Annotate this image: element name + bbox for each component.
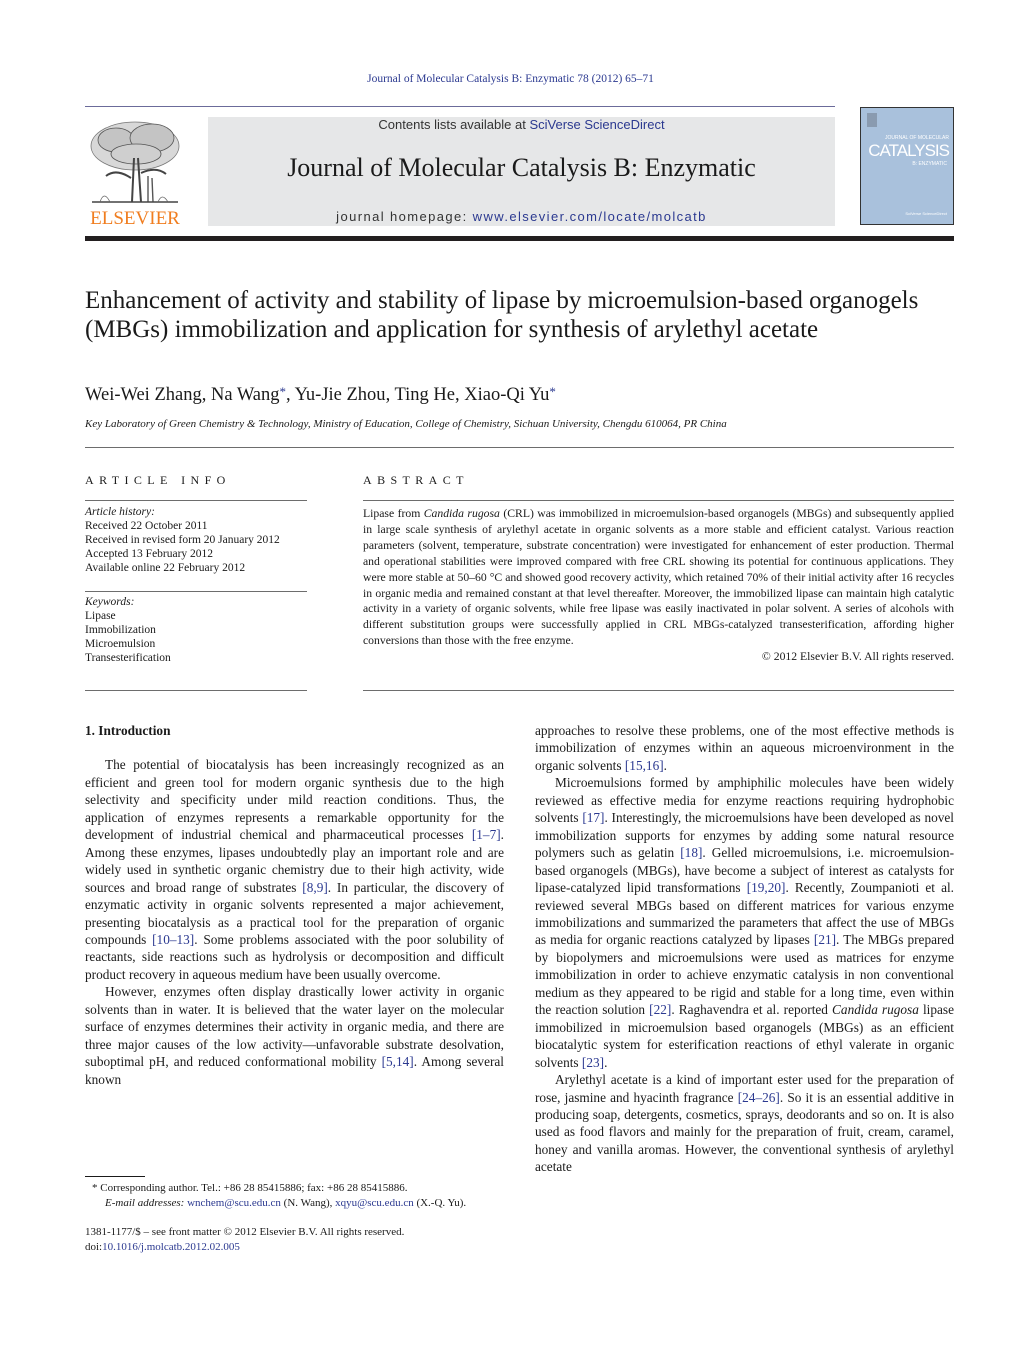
text-run: The potential of biocatalysis has been i…	[85, 757, 504, 843]
history-item: Available online 22 February 2012	[85, 562, 246, 574]
author-name: Yu-Jie Zhou	[294, 385, 386, 405]
journal-cover-image[interactable]: JOURNAL OF MOLECULAR CATALYSIS B: ENZYMA…	[860, 107, 954, 225]
homepage-prefix: journal homepage:	[336, 209, 473, 224]
abstract-run: (CRL) was immobilized in microemulsion-b…	[363, 507, 955, 648]
paragraph: Arylethyl acetate is a kind of important…	[535, 1071, 954, 1176]
homepage-line: journal homepage: www.elsevier.com/locat…	[208, 209, 835, 224]
front-matter: 1381-1177/$ – see front matter © 2012 El…	[85, 1225, 505, 1255]
footnote-rule	[85, 1176, 145, 1177]
email-link-wang[interactable]: wnchem@scu.edu.cn	[187, 1197, 281, 1209]
citation-link[interactable]: [23]	[582, 1055, 604, 1070]
article-title: Enhancement of activity and stability of…	[85, 287, 919, 343]
divider	[85, 591, 307, 592]
abstract-run: Lipase from	[363, 507, 424, 520]
citation-link[interactable]: [24–26]	[738, 1090, 780, 1105]
text-run: . Raghavendra et al. reported	[671, 1002, 833, 1018]
history-item: Received 22 October 2011	[85, 520, 208, 532]
keywords-label: Keywords:	[85, 596, 135, 608]
keywords: Keywords: Lipase Immobilization Microemu…	[85, 595, 307, 665]
body-column-right: approaches to resolve these problems, on…	[535, 722, 954, 1176]
abstract-species: Candida rugosa	[423, 507, 500, 520]
journal-name: Journal of Molecular Catalysis B: Enzyma…	[287, 153, 756, 182]
divider	[363, 690, 954, 691]
body-column-left: 1. Introduction The potential of biocata…	[85, 722, 504, 1088]
masthead-band: Contents lists available at SciVerse Sci…	[208, 117, 835, 226]
cover-subtitle: B: ENZYMATIC	[912, 161, 947, 167]
paragraph: approaches to resolve these problems, on…	[535, 722, 954, 774]
corresponding-author-mark[interactable]: *	[549, 384, 556, 399]
email-owner: (N. Wang),	[280, 1197, 336, 1209]
citation-link[interactable]: [5,14]	[382, 1054, 414, 1069]
left-paragraphs: The potential of biocatalysis has been i…	[85, 756, 504, 1088]
citation-link[interactable]: [15,16]	[625, 758, 664, 773]
abstract-heading: ABSTRACT	[363, 473, 469, 487]
paragraph: However, enzymes often display drastical…	[85, 983, 504, 1088]
author-name: Xiao-Qi Yu	[464, 385, 550, 405]
contents-line: Contents lists available at SciVerse Sci…	[208, 117, 835, 132]
email-owner: (X.-Q. Yu).	[413, 1197, 467, 1209]
text-run: .	[663, 757, 667, 773]
elsevier-wordmark: ELSEVIER	[90, 208, 180, 229]
citation-link[interactable]: [17]	[582, 810, 604, 825]
email-link-yu[interactable]: xqyu@scu.edu.cn	[335, 1197, 414, 1209]
keyword: Transesterification	[85, 652, 171, 664]
author-name: Ting He	[394, 385, 455, 405]
divider	[85, 447, 954, 448]
citation-link[interactable]: [21]	[814, 932, 836, 947]
top-rule	[85, 106, 835, 107]
divider	[85, 690, 307, 691]
keyword: Immobilization	[85, 624, 156, 636]
species-name: Candida rugosa	[832, 1002, 919, 1018]
affiliation: Key Laboratory of Green Chemistry & Tech…	[85, 418, 727, 430]
article-history: Article history: Received 22 October 201…	[85, 505, 307, 575]
abstract-copyright: © 2012 Elsevier B.V. All rights reserved…	[761, 650, 954, 664]
paragraph: Microemulsions formed by amphiphilic mol…	[535, 774, 954, 1071]
text-run: .	[604, 1054, 608, 1070]
email-label: E-mail addresses:	[105, 1197, 185, 1209]
right-paragraphs: approaches to resolve these problems, on…	[535, 722, 954, 1176]
history-item: Received in revised form 20 January 2012	[85, 534, 280, 546]
citation-link[interactable]: [10–13]	[152, 932, 194, 947]
author-list: Wei-Wei Zhang, Na Wang*, Yu-Jie Zhou, Ti…	[85, 384, 556, 405]
cover-footer: SciVerse ScienceDirect	[905, 211, 947, 216]
citation-link[interactable]: [8,9]	[302, 880, 327, 895]
author-name: Wei-Wei Zhang	[85, 385, 202, 405]
masthead-rule	[85, 236, 954, 241]
elsevier-logo[interactable]: ELSEVIER	[84, 118, 186, 230]
divider	[85, 500, 307, 501]
doi-prefix: doi:	[85, 1241, 103, 1253]
abstract-text: Lipase from Candida rugosa (CRL) was imm…	[363, 506, 954, 665]
issn-line: 1381-1177/$ – see front matter © 2012 El…	[85, 1226, 405, 1238]
corresponding-author-mark[interactable]: *	[280, 384, 287, 399]
history-label: Article history:	[85, 506, 155, 518]
cover-title: CATALYSIS	[868, 141, 950, 160]
homepage-link[interactable]: www.elsevier.com/locate/molcatb	[473, 209, 707, 224]
text-run: approaches to resolve these problems, on…	[535, 723, 954, 773]
divider	[363, 500, 954, 501]
citation-link[interactable]: [22]	[649, 1002, 671, 1017]
article-info-heading: ARTICLE INFO	[85, 473, 231, 487]
citation-link[interactable]: [18]	[680, 845, 702, 860]
contents-prefix: Contents lists available at	[378, 117, 530, 132]
doi-link[interactable]: 10.1016/j.molcatb.2012.02.005	[102, 1241, 240, 1253]
citation-link[interactable]: [19,20]	[747, 880, 786, 895]
history-item: Accepted 13 February 2012	[85, 548, 214, 560]
running-head[interactable]: Journal of Molecular Catalysis B: Enzyma…	[0, 73, 1021, 85]
citation-link[interactable]: [1–7]	[472, 827, 501, 842]
keyword: Lipase	[85, 610, 116, 622]
footnote-contact: Corresponding author. Tel.: +86 28 85415…	[97, 1182, 408, 1194]
corresponding-footnote: * Corresponding author. Tel.: +86 28 854…	[92, 1181, 512, 1211]
author-name: Na Wang	[210, 385, 280, 405]
cover-publisher-icon	[867, 113, 877, 127]
keyword: Microemulsion	[85, 638, 156, 650]
sciencedirect-link[interactable]: SciVerse ScienceDirect	[529, 117, 664, 132]
section-heading: 1. Introduction	[85, 723, 171, 738]
paragraph: The potential of biocatalysis has been i…	[85, 756, 504, 983]
elsevier-tree-icon	[90, 121, 180, 203]
